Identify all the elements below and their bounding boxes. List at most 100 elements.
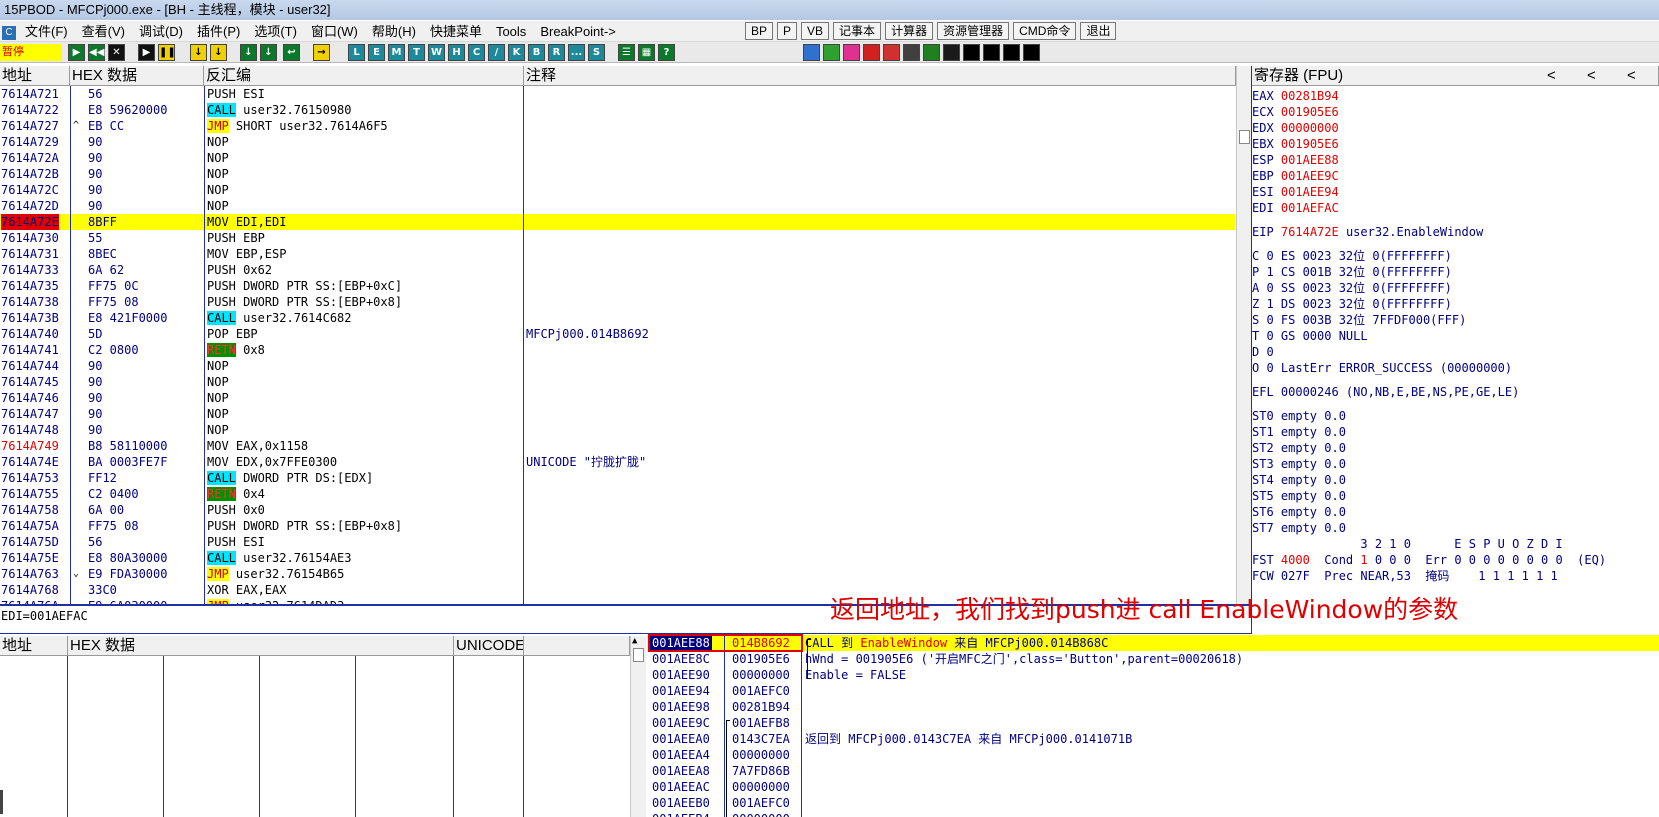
register-line[interactable]: EBP 001AEE9C [1252,168,1339,184]
disasm-row[interactable]: 7614A749 B8 58110000 MOV EAX,0x1158 [0,438,1235,454]
fpu-line[interactable]: ST0 empty 0.0 [1252,408,1346,424]
flag-line[interactable]: A 0 SS 0023 32位 0(FFFFFFFF) [1252,280,1452,296]
register-value[interactable]: 001AEE9C [1281,169,1339,183]
help-icon[interactable]: ? [658,44,675,61]
fpu-line[interactable]: ST4 empty 0.0 [1252,472,1346,488]
flag-line[interactable]: Z 1 DS 0023 32位 0(FFFFFFFF) [1252,296,1452,312]
stack-row[interactable]: 001AEEAC 00000000 [647,779,1659,795]
flag-line[interactable]: C 0 ES 0023 32位 0(FFFFFFFF) [1252,248,1452,264]
col-header-comment[interactable]: 注释 [524,66,1236,86]
menu-item[interactable]: Tools [489,21,533,42]
stack-row[interactable]: 001AEE9C 001AEFB8 [647,715,1659,731]
restart-icon[interactable]: ◀◀ [88,44,105,61]
disasm-row[interactable]: 7614A72B 90 NOP [0,166,1235,182]
toolbar-extra-icon[interactable] [923,44,940,61]
disasm-row[interactable]: 7614A721 56 PUSH ESI [0,86,1235,102]
scroll-thumb[interactable] [1239,130,1250,144]
trace-into-icon[interactable]: ↓ [240,44,257,61]
toolbar-extra-icon[interactable] [1003,44,1020,61]
nav-left-icon[interactable]: < [1587,66,1596,85]
toolbar-extra-icon[interactable] [803,44,820,61]
dump-col-unicode[interactable]: UNICODE [454,636,524,656]
disasm-row[interactable]: 7614A740 5D POP EBP MFCPj000.014B8692 [0,326,1235,342]
disasm-row[interactable]: 7614A738 FF75 08 PUSH DWORD PTR SS:[EBP+0x… [0,294,1235,310]
stack-row[interactable]: 001AEEA8 7A7FD86B [647,763,1659,779]
scroll-thumb[interactable] [633,648,644,662]
grid-icon[interactable]: ▦ [638,44,655,61]
disasm-row[interactable]: 7614A755 C2 0400 RETN 0x4 [0,486,1235,502]
stack-row[interactable]: 001AEEB0 001AEFC0 [647,795,1659,811]
efl-line[interactable]: EFL 00000246 (NO,NB,E,BE,NS,PE,GE,LE) [1252,384,1519,400]
stack-row[interactable]: 001AEE90 00000000 Enable = FALSE [647,667,1659,683]
stack-row[interactable]: 001AEEA0 0143C7EA 返回到 MFCPj000.0143C7EA 来自… [647,731,1659,747]
goto-icon[interactable]: → [313,44,330,61]
toolbar-extra-icon[interactable] [1023,44,1040,61]
fcw-line[interactable]: FCW 027F Prec NEAR,53 掩码 1 1 1 1 1 1 [1252,568,1558,584]
menu-button[interactable]: 记事本 [833,22,882,40]
disasm-row[interactable]: 7614A744 90 NOP [0,358,1235,374]
disasm-view[interactable]: 7614A721 56 PUSH ESI 7614A722 E8 59620000 CAL… [0,86,1236,604]
register-panel[interactable]: EAX 00281B94 ECX 001905E6 EDX 00000000 EBX … [1252,88,1659,634]
toolbar-m-button[interactable]: M [388,44,405,61]
dump-col-hex[interactable]: HEX 数据 [68,636,454,656]
step-over-icon[interactable]: ↓ [210,44,227,61]
disasm-row[interactable]: 7614A753 FF12 CALL DWORD PTR DS:[EDX] [0,470,1235,486]
app-icon[interactable]: C [2,25,16,40]
toolbar-e-button[interactable]: E [368,44,385,61]
disasm-row[interactable]: 7614A72D 90 NOP [0,198,1235,214]
open-icon[interactable]: ▶ [68,44,85,61]
disasm-row[interactable]: 7614A72A 90 NOP [0,150,1235,166]
disasm-row[interactable]: 7614A722 E8 59620000 CALL user32.76150980 [0,102,1235,118]
flag-line[interactable]: O 0 LastErr ERROR_SUCCESS (00000000) [1252,360,1512,376]
disasm-row[interactable]: 7614A763 ⌄ E9 FDA30000 JMP user32.76154B65 [0,566,1235,582]
col-header-hex[interactable]: HEX 数据 [70,66,204,86]
disasm-row[interactable]: 7614A731 8BEC MOV EBP,ESP [0,246,1235,262]
run-icon[interactable]: ▶ [138,44,155,61]
stack-row[interactable]: 001AEE8C 001905E6 hWnd = 001905E6 ('开启MFC之… [647,651,1659,667]
disasm-row[interactable]: 7614A74E BA 0003FE7F MOV EDX,0x7FFE0300 UNI… [0,454,1235,470]
toolbar-extra-icon[interactable] [983,44,1000,61]
toolbar-extra-icon[interactable] [843,44,860,61]
disasm-row[interactable]: 7614A75E E8 80A30000 CALL user32.76154AE3 [0,550,1235,566]
col-header-disasm[interactable]: 反汇编 [204,66,524,86]
register-value[interactable]: 001905E6 [1281,137,1339,151]
fpu-line[interactable]: ST7 empty 0.0 [1252,520,1346,536]
nav-left-icon[interactable]: < [1547,66,1556,85]
menu-button[interactable]: 退出 [1080,22,1117,40]
toolbar-slash-button[interactable]: / [488,44,505,61]
disasm-row[interactable]: 7614A729 90 NOP [0,134,1235,150]
disasm-row[interactable]: 7614A741 C2 0800 RETN 0x8 [0,342,1235,358]
menu-item[interactable]: 窗口(W) [304,21,365,42]
register-value[interactable]: 001AEE94 [1281,185,1339,199]
fpu-line[interactable]: ST3 empty 0.0 [1252,456,1346,472]
stack-scrollbar[interactable] [630,636,646,817]
close-icon[interactable]: ✕ [108,44,125,61]
register-value[interactable]: 001AEE88 [1281,153,1339,167]
disasm-row[interactable]: 7614A730 55 PUSH EBP [0,230,1235,246]
register-value[interactable]: 00281B94 [1281,89,1339,103]
toolbar-extra-icon[interactable] [943,44,960,61]
disasm-row[interactable]: 7614A727 ^ EB CC JMP SHORT user32.7614A6F5 [0,118,1235,134]
stack-view[interactable]: 001AEE88 014B8692 CALL 到 EnableWindow 来自 M… [647,635,1659,817]
menu-button[interactable]: 计算器 [885,22,934,40]
menu-button[interactable]: P [777,22,798,40]
register-line[interactable]: EDI 001AEFAC [1252,200,1339,216]
register-value[interactable]: 00000000 [1281,121,1339,135]
disasm-row[interactable]: 7614A733 6A 62 PUSH 0x62 [0,262,1235,278]
menu-item[interactable]: 插件(P) [190,21,247,42]
fpu-line[interactable]: ST5 empty 0.0 [1252,488,1346,504]
toolbar-t-button[interactable]: T [408,44,425,61]
disasm-row[interactable]: 7614A746 90 NOP [0,390,1235,406]
step-into-icon[interactable]: ↓ [190,44,207,61]
menu-item[interactable]: 选项(T) [247,21,304,42]
toolbar-l-button[interactable]: L [348,44,365,61]
register-line[interactable]: ESP 001AEE88 [1252,152,1339,168]
toolbar-h-button[interactable]: H [448,44,465,61]
register-line[interactable]: EDX 00000000 [1252,120,1339,136]
dump-view[interactable] [0,656,630,817]
register-line[interactable]: EAX 00281B94 [1252,88,1339,104]
execute-till-return-icon[interactable]: ↩ [283,44,300,61]
disasm-row[interactable]: 7614A745 90 NOP [0,374,1235,390]
stack-row[interactable]: 001AEE94 001AEFC0 [647,683,1659,699]
toolbar-extra-icon[interactable] [963,44,980,61]
